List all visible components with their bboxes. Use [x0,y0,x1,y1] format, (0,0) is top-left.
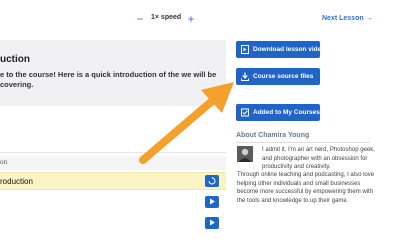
annotation-arrow-icon [139,82,234,164]
